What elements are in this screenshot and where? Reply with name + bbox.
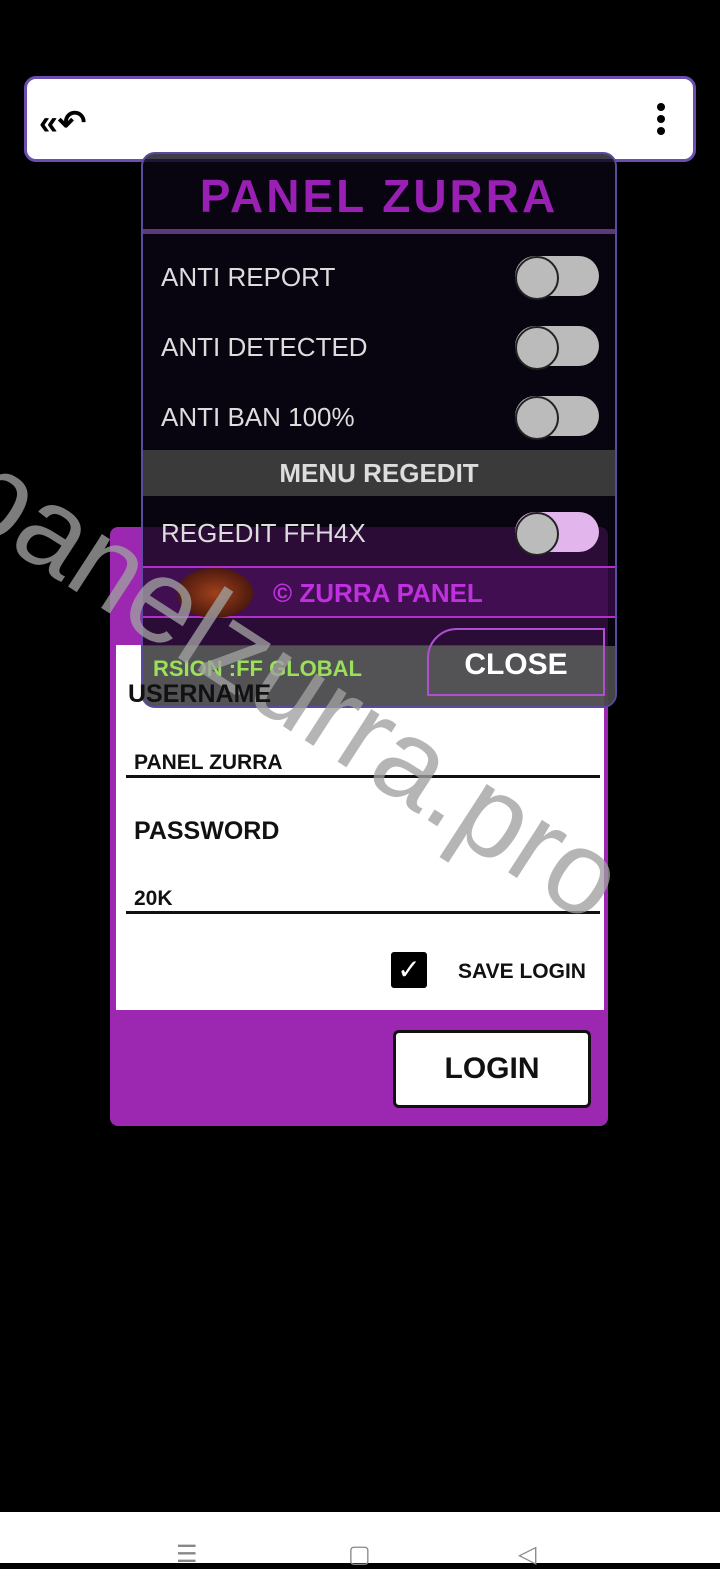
toggle-label: REGEDIT FFH4X [161,518,366,548]
toggle-label: ANTI REPORT [161,262,336,292]
back-nav-icon[interactable]: ◁ [518,1540,536,1569]
top-bar: «↶ [24,76,696,162]
menu-icon[interactable]: ☰ [176,1540,198,1569]
system-nav-bar: ☰ ▢ ◁ [0,1512,720,1568]
version-text: RSION :FF GLOBAL [153,656,362,681]
mod-panel: PANEL ZURRA ANTI REPORT ANTI DETECTED AN… [141,152,617,708]
back-icon[interactable]: «↶ [39,103,86,143]
panel-title: PANEL ZURRA [143,154,615,234]
password-underline [126,911,600,914]
avatar [177,568,253,618]
close-button[interactable]: CLOSE [427,628,605,696]
anti-report-toggle[interactable] [515,256,599,300]
menu-regedit-header: MENU REGEDIT [143,450,615,496]
regedit-toggle[interactable] [515,512,599,556]
password-label: PASSWORD [134,817,280,845]
anti-ban-toggle[interactable] [515,396,599,440]
save-login-checkbox[interactable]: ✓ [391,952,427,988]
password-input[interactable]: 20K [134,887,173,911]
username-underline [126,775,600,778]
toggle-label: ANTI BAN 100% [161,402,355,432]
credit-text: © ZURRA PANEL [273,578,483,608]
username-label: USERNAME [128,680,272,708]
save-login-label[interactable]: SAVE LOGIN [458,960,586,984]
login-button[interactable]: LOGIN [393,1030,591,1108]
more-options-icon[interactable] [657,103,665,139]
toggle-label: ANTI DETECTED [161,332,368,362]
anti-detected-toggle[interactable] [515,326,599,370]
username-input[interactable]: PANEL ZURRA [134,751,283,775]
home-icon[interactable]: ▢ [348,1540,371,1569]
credit-bar: © ZURRA PANEL [143,566,615,618]
